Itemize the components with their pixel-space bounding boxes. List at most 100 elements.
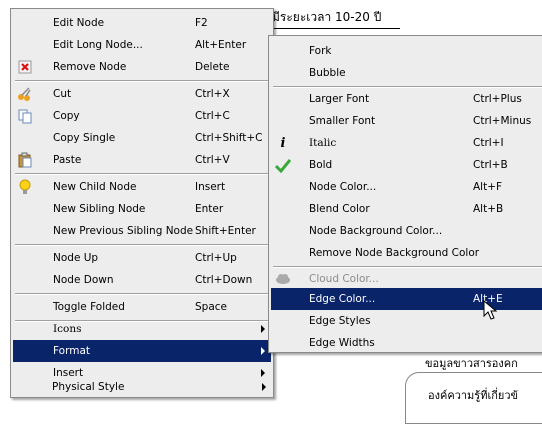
menu-item-label: Icons — [53, 323, 82, 335]
menu-item-remove-node[interactable]: Remove Node Delete — [13, 56, 271, 78]
menu-item-label: Edit Long Node... — [53, 39, 143, 51]
menu-separator — [15, 173, 269, 175]
menu-item-shortcut: Ctrl+V — [195, 154, 230, 166]
menu-item-label: Bubble — [309, 67, 346, 79]
menu-item-label: Blend Color — [309, 203, 370, 215]
menu-item-label: Node Background Color... — [309, 225, 443, 237]
menu-item-blend-color[interactable]: Blend Color Alt+B — [271, 198, 542, 220]
mouse-cursor-icon — [483, 300, 498, 320]
menu-item-node-down[interactable]: Node Down Ctrl+Down — [13, 269, 271, 291]
menu-item-edge-styles[interactable]: Edge Styles — [271, 310, 542, 332]
menu-item-label: Fork — [309, 45, 332, 57]
background-bottom-text-1: ขอมูลขาวสารองคก — [425, 357, 518, 370]
menu-item-physical-style-row[interactable]: Physical Style — [12, 376, 272, 398]
menu-item-bold[interactable]: Bold Ctrl+B — [271, 154, 542, 176]
menu-item-edge-color[interactable]: Edge Color... Alt+E — [271, 288, 542, 310]
menu-item-label: Cut — [53, 88, 72, 100]
menu-item-label: Edge Color... — [309, 293, 376, 305]
italic-icon: i — [280, 135, 286, 151]
background-underline — [272, 28, 400, 29]
menu-item-node-background-color[interactable]: Node Background Color... — [271, 220, 542, 242]
menu-item-label: Node Up — [53, 252, 99, 264]
menu-item-label: Smaller Font — [309, 115, 376, 127]
menu-item-label: Larger Font — [309, 93, 370, 105]
menu-item-shortcut: Shift+Enter — [195, 225, 256, 237]
menu-item-label: Node Color... — [309, 181, 377, 193]
menu-item-node-up[interactable]: Node Up Ctrl+Up — [13, 247, 271, 269]
menu-item-edge-widths[interactable]: Edge Widths — [271, 332, 542, 354]
clipboard-icon — [17, 152, 33, 168]
menu-item-new-previous-sibling-node[interactable]: New Previous Sibling Node Shift+Enter — [13, 220, 271, 242]
menu-item-label: Cloud Color... — [309, 273, 379, 285]
copy-icon — [17, 108, 33, 124]
menu-item-shortcut: F2 — [195, 17, 208, 29]
scissors-icon — [17, 86, 33, 102]
checkmark-icon — [275, 157, 291, 173]
menu-item-label: Remove Node — [53, 61, 127, 73]
menu-item-shortcut: Delete — [195, 61, 230, 73]
background-bottom-text-2: องค์ความรู้ที่เกี่ยวข้ — [428, 389, 519, 402]
menu-item-label: Edge Styles — [309, 315, 371, 327]
menu-item-shortcut: Ctrl+Up — [195, 252, 237, 264]
menu-item-copy[interactable]: Copy Ctrl+C — [13, 105, 271, 127]
menu-item-edit-node[interactable]: Edit Node F2 — [13, 12, 271, 34]
menu-item-label: New Child Node — [53, 181, 137, 193]
menu-item-new-child-node[interactable]: New Child Node Insert — [13, 176, 271, 198]
submenu-arrow-icon — [261, 347, 265, 355]
menu-item-label: Remove Node Background Color — [309, 247, 480, 259]
menu-item-format[interactable]: Format — [13, 340, 271, 362]
menu-item-shortcut: Ctrl+Plus — [473, 93, 522, 105]
menu-item-shortcut: Ctrl+X — [195, 88, 230, 100]
menu-item-label: Copy Single — [53, 132, 116, 144]
menu-item-larger-font[interactable]: Larger Font Ctrl+Plus — [271, 88, 542, 110]
menu-separator — [15, 244, 269, 246]
menu-item-shortcut: Ctrl+B — [473, 159, 508, 171]
menu-item-label: Format — [53, 345, 91, 357]
menu-item-shortcut: Ctrl+I — [473, 137, 504, 149]
menu-item-label: Physical Style — [52, 381, 125, 393]
menu-item-label: Bold — [309, 159, 333, 171]
node-context-menu: Edit Node F2 Edit Long Node... Alt+Enter… — [10, 8, 274, 398]
menu-item-icons[interactable]: Icons — [13, 318, 271, 340]
menu-item-label: Node Down — [53, 274, 114, 286]
menu-item-node-color[interactable]: Node Color... Alt+F — [271, 176, 542, 198]
menu-item-label: Edge Widths — [309, 337, 375, 349]
menu-item-shortcut: Alt+Enter — [195, 39, 247, 51]
menu-item-shortcut: Alt+F — [473, 181, 503, 193]
menu-item-label: Italic — [309, 137, 337, 149]
menu-item-fork[interactable]: Fork — [271, 40, 542, 62]
menu-item-label: Paste — [53, 154, 82, 166]
cloud-icon — [275, 271, 291, 287]
menu-item-shortcut: Enter — [195, 203, 224, 215]
menu-item-cut[interactable]: Cut Ctrl+X — [13, 83, 271, 105]
menu-item-edit-long-node[interactable]: Edit Long Node... Alt+Enter — [13, 34, 271, 56]
submenu-arrow-icon — [262, 383, 266, 391]
submenu-arrow-icon — [261, 325, 265, 333]
menu-item-toggle-folded[interactable]: Toggle Folded Space — [13, 296, 271, 318]
background-top-text: มีระยะเวลา 10-20 ปี — [272, 10, 382, 24]
menu-item-label: Toggle Folded — [53, 301, 125, 313]
menu-item-label: New Sibling Node — [53, 203, 146, 215]
menu-item-shortcut: Ctrl+Down — [195, 274, 253, 286]
menu-item-copy-single[interactable]: Copy Single Ctrl+Shift+C — [13, 127, 271, 149]
menu-item-label: New Previous Sibling Node — [53, 225, 194, 237]
menu-item-smaller-font[interactable]: Smaller Font Ctrl+Minus — [271, 110, 542, 132]
menu-item-shortcut: Insert — [195, 181, 226, 193]
menu-item-remove-node-background-color[interactable]: Remove Node Background Color — [271, 242, 542, 264]
menu-item-shortcut: Alt+B — [473, 203, 504, 215]
menu-item-label: Copy — [53, 110, 80, 122]
menu-item-shortcut: Ctrl+Minus — [473, 115, 532, 127]
menu-item-italic[interactable]: i Italic Ctrl+I — [271, 132, 542, 154]
format-submenu: Fork Bubble Larger Font Ctrl+Plus Smalle… — [268, 35, 542, 353]
menu-separator — [15, 293, 269, 295]
lightbulb-icon — [17, 179, 33, 195]
menu-item-shortcut: Ctrl+C — [195, 110, 230, 122]
menu-item-cloud-color: Cloud Color... — [271, 268, 542, 290]
menu-item-bubble[interactable]: Bubble — [271, 62, 542, 84]
menu-item-label: Edit Node — [53, 17, 105, 29]
remove-icon — [17, 59, 33, 75]
menu-item-shortcut: Space — [195, 301, 227, 313]
menu-item-new-sibling-node[interactable]: New Sibling Node Enter — [13, 198, 271, 220]
menu-separator — [15, 80, 269, 82]
menu-item-paste[interactable]: Paste Ctrl+V — [13, 149, 271, 171]
